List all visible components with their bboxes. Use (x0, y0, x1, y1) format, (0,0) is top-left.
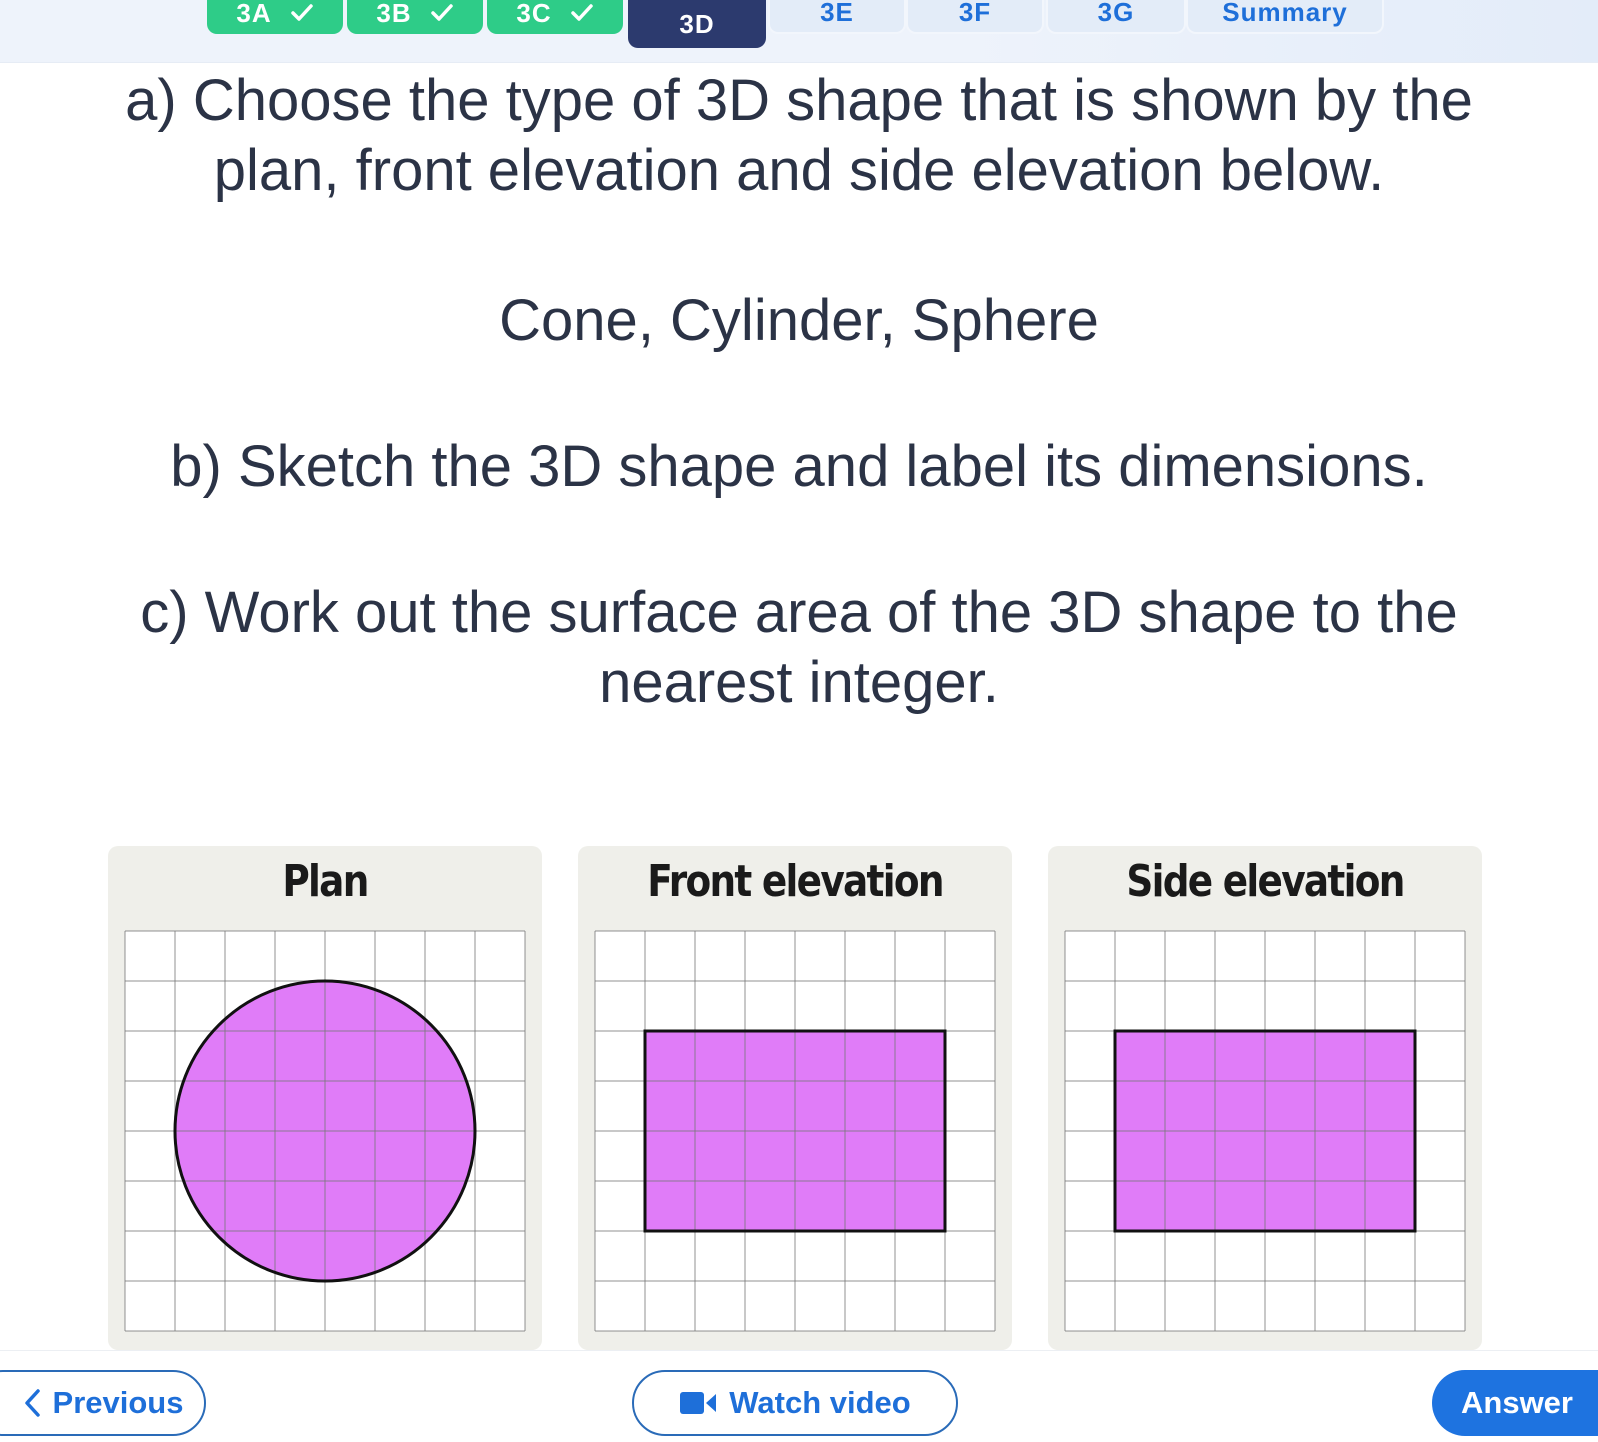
check-icon (570, 4, 593, 21)
question-part-c-line2: nearest integer. (599, 650, 999, 715)
tab-3g[interactable]: 3G (1046, 0, 1186, 34)
front-elevation-panel: Front elevation (578, 846, 1012, 1350)
previous-label: Previous (52, 1385, 184, 1420)
tab-label: 3F (958, 0, 992, 27)
tab-3c[interactable]: 3C (487, 0, 623, 34)
tab-label: 3B (376, 0, 412, 28)
front-elevation-diagram (594, 930, 996, 1332)
watch-video-label: Watch video (729, 1385, 911, 1420)
answer-label: Answer (1461, 1385, 1573, 1420)
plan-title: Plan (282, 856, 369, 907)
question-part-c-line1: c) Work out the surface area of the 3D s… (140, 580, 1458, 645)
answer-button[interactable]: Answer (1432, 1370, 1598, 1436)
tab-label: 3C (516, 0, 552, 28)
check-icon (430, 4, 453, 21)
question-part-a-line1: a) Choose the type of 3D shape that is s… (125, 68, 1473, 133)
tab-3d[interactable]: 3D (628, 0, 766, 48)
plan-panel: Plan (108, 846, 542, 1350)
watch-video-button[interactable]: Watch video (632, 1370, 958, 1436)
chevron-left-icon (24, 1389, 40, 1417)
tab-summary[interactable]: Summary (1186, 0, 1384, 34)
video-camera-icon (680, 1392, 717, 1414)
tab-label: 3G (1097, 0, 1135, 27)
side-elevation-diagram (1064, 930, 1466, 1332)
tab-label: 3D (679, 8, 715, 39)
question-part-a-line2: plan, front elevation and side elevation… (213, 138, 1385, 203)
question-nav-bar: 3A 3B 3C 3D 3E 3F 3G Summary (0, 0, 1598, 63)
footer-divider (0, 1350, 1598, 1351)
tab-label: 3A (236, 0, 272, 28)
shape-options: Cone, Cylinder, Sphere (499, 288, 1099, 353)
tab-3f[interactable]: 3F (906, 0, 1044, 34)
question-part-b: b) Sketch the 3D shape and label its dim… (170, 434, 1428, 499)
side-elevation-panel: Side elevation (1048, 846, 1482, 1350)
front-elevation-title: Front elevation (647, 856, 944, 907)
tab-3e[interactable]: 3E (768, 0, 906, 34)
check-icon (290, 4, 313, 21)
tab-label: Summary (1222, 0, 1348, 27)
side-elevation-title: Side elevation (1126, 856, 1405, 907)
plan-diagram (124, 930, 526, 1332)
tab-3b[interactable]: 3B (347, 0, 483, 34)
tab-3a[interactable]: 3A (207, 0, 343, 34)
tab-label: 3E (820, 0, 854, 27)
previous-button[interactable]: Previous (0, 1370, 206, 1436)
